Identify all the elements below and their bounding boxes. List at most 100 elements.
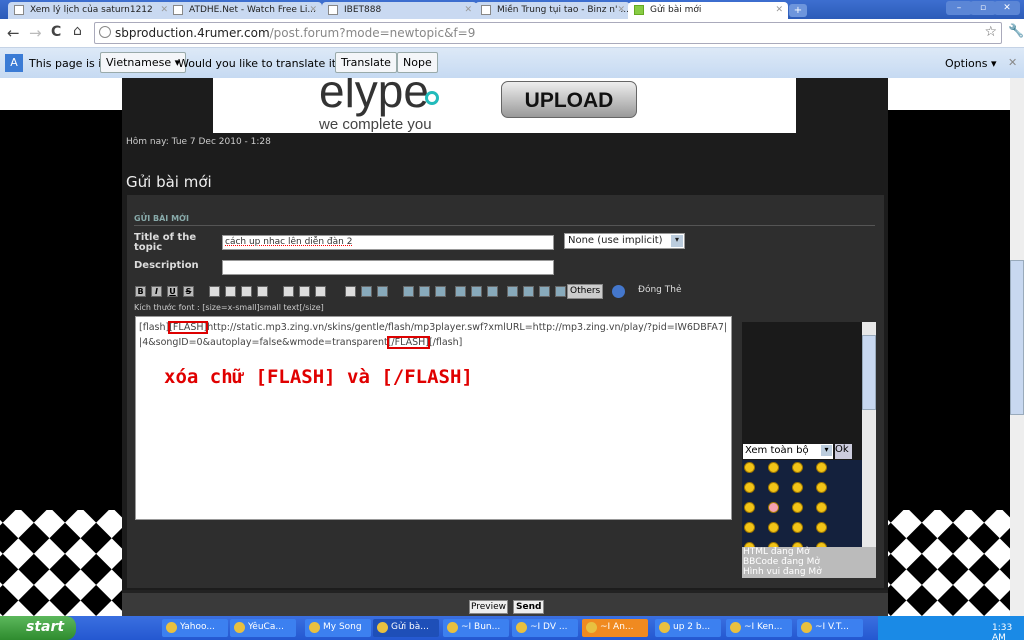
taskbar-item[interactable]: ~I An... [582, 619, 648, 637]
smiley-icon[interactable] [816, 482, 827, 493]
nope-button[interactable]: Nope [397, 52, 438, 73]
reload-icon[interactable]: C [51, 24, 61, 40]
taskbar-item[interactable]: YêuCa... [230, 619, 296, 637]
smiley-icon[interactable] [816, 522, 827, 533]
description-input[interactable] [222, 260, 554, 275]
smiley-icon[interactable] [792, 482, 803, 493]
back-icon[interactable]: ← [7, 24, 20, 42]
smiley-icon[interactable] [744, 482, 755, 493]
underline-button[interactable]: U [167, 286, 178, 297]
smiley-icon[interactable] [816, 502, 827, 513]
format-tool-button[interactable] [471, 286, 482, 297]
help-icon[interactable] [612, 285, 625, 298]
language-select[interactable]: Vietnamese ▾ [100, 52, 187, 73]
italic-button[interactable]: I [151, 286, 162, 297]
page-icon [14, 5, 24, 15]
format-tool-button[interactable] [257, 286, 268, 297]
tab-3[interactable]: IBET888 ✕ [322, 2, 477, 19]
message-textarea[interactable]: [flash][FLASH]http://static.mp3.zing.vn/… [135, 316, 732, 520]
url-bar[interactable]: sbproduction.4rumer.com/post.forum?mode=… [94, 22, 1002, 44]
smiley-icon[interactable] [792, 522, 803, 533]
taskbar-item[interactable]: My Song [305, 619, 371, 637]
new-tab-button[interactable]: + [789, 4, 807, 17]
format-tool-button[interactable] [315, 286, 326, 297]
checker-decoration [0, 510, 122, 616]
page-scrollbar[interactable] [1010, 78, 1024, 616]
smiley-icon[interactable] [816, 462, 827, 473]
close-icon[interactable]: ✕ [464, 5, 472, 15]
star-icon[interactable]: ☆ [984, 24, 997, 40]
smiley-icon[interactable] [744, 502, 755, 513]
icon-select[interactable]: None (use implicit) ▾ [564, 233, 685, 249]
page: elype we complete you UPLOAD Hôm nay: Tu… [0, 78, 1010, 616]
preview-button[interactable]: Preview [469, 600, 509, 614]
smiley-icon[interactable] [768, 502, 779, 513]
smiley-icon[interactable] [768, 482, 779, 493]
format-tool-button[interactable] [209, 286, 220, 297]
bold-button[interactable]: B [135, 286, 146, 297]
format-tool-button[interactable] [435, 286, 446, 297]
format-tool-button[interactable] [455, 286, 466, 297]
smiley-icon[interactable] [768, 522, 779, 533]
smiley-panel: Xem toàn bộ ▾ Ok [742, 322, 862, 553]
smiley-icon[interactable] [744, 522, 755, 533]
wrench-icon[interactable]: 🔧 [1008, 24, 1024, 39]
format-tool-button[interactable] [283, 286, 294, 297]
forward-icon[interactable]: → [29, 24, 42, 42]
smiley-select[interactable]: Xem toàn bộ ▾ [743, 444, 833, 459]
post-form: GỬI BÀI MỚI Title of the topic cách up n… [127, 195, 884, 588]
smiley-icon[interactable] [792, 502, 803, 513]
format-tool-button[interactable] [377, 286, 388, 297]
taskbar-item[interactable]: ~I DV ... [512, 619, 578, 637]
taskbar-item[interactable]: ~I Bun... [443, 619, 509, 637]
close-icon[interactable]: ✕ [309, 5, 317, 15]
checker-decoration [888, 510, 1010, 616]
smiley-grid [742, 460, 862, 553]
maximize-button[interactable]: ▫ [970, 1, 996, 15]
format-tool-button[interactable] [403, 286, 414, 297]
smiley-icon[interactable] [792, 462, 803, 473]
format-tool-button[interactable] [539, 286, 550, 297]
taskbar-item[interactable]: up 2 b... [655, 619, 721, 637]
send-button[interactable]: Send [513, 600, 545, 614]
tab-5-active[interactable]: Gửi bài mới ✕ [628, 2, 788, 19]
home-icon[interactable]: ⌂ [73, 23, 82, 39]
title-input[interactable]: cách up nhac lên diễn đàn 2 [222, 235, 554, 250]
options-button[interactable]: Options ▾ [945, 57, 996, 70]
format-tool-button[interactable] [507, 286, 518, 297]
format-tool-button[interactable] [419, 286, 430, 297]
ok-button[interactable]: Ok [835, 444, 852, 459]
taskbar-item[interactable]: Gửi bà... [373, 619, 439, 637]
tab-1[interactable]: Xem lý lịch của saturn1212 ✕ [8, 2, 173, 19]
translate-button[interactable]: Translate [335, 52, 397, 73]
tab-4[interactable]: Miền Trung tụi tao - Binz n' ... ✕ [475, 2, 630, 19]
smiley-icon[interactable] [744, 462, 755, 473]
close-icon[interactable]: ✕ [617, 5, 625, 15]
upload-button[interactable]: UPLOAD [501, 81, 637, 118]
others-button[interactable]: Others [567, 284, 604, 299]
format-tool-button[interactable] [361, 286, 372, 297]
format-tool-button[interactable] [555, 286, 566, 297]
format-tool-button[interactable] [345, 286, 356, 297]
smiley-icon[interactable] [768, 462, 779, 473]
close-window-button[interactable]: ✕ [994, 1, 1020, 15]
ad-banner[interactable]: elype we complete you UPLOAD [213, 78, 796, 133]
annotation-text: xóa chữ [FLASH] và [/FLASH] [164, 366, 473, 388]
close-tags-button[interactable]: Đóng Thẻ [638, 285, 682, 295]
taskbar-item[interactable]: Yahoo... [162, 619, 228, 637]
minimize-button[interactable]: – [946, 1, 972, 15]
start-button[interactable]: start [0, 616, 76, 640]
close-icon[interactable]: ✕ [1008, 56, 1017, 69]
format-tool-button[interactable] [487, 286, 498, 297]
strike-button[interactable]: S [183, 286, 194, 297]
format-tool-button[interactable] [225, 286, 236, 297]
taskbar-item[interactable]: ~I Ken... [726, 619, 792, 637]
format-tool-button[interactable] [523, 286, 534, 297]
smiley-scrollbar[interactable] [862, 322, 876, 550]
taskbar-item[interactable]: ~I V.T... [797, 619, 863, 637]
format-tool-button[interactable] [241, 286, 252, 297]
format-tool-button[interactable] [299, 286, 310, 297]
tab-2[interactable]: ATDHE.Net - Watch Free Li... ✕ [167, 2, 322, 19]
page-icon [481, 5, 491, 15]
close-icon[interactable]: ✕ [775, 5, 783, 15]
